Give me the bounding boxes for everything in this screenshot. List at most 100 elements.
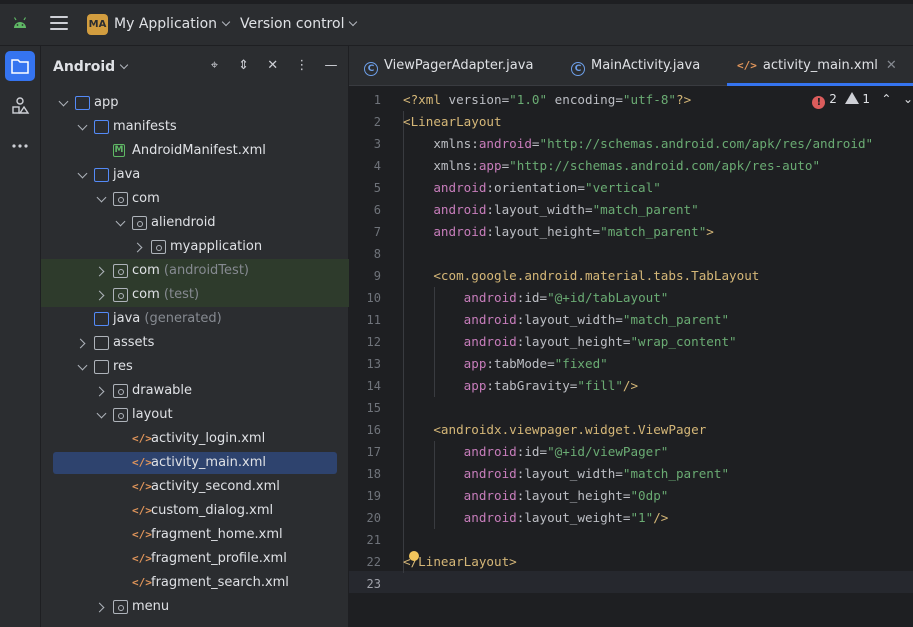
tree-item[interactable]: </> custom_dialog.xml [41, 499, 349, 523]
chevron-right-icon[interactable] [97, 259, 107, 283]
code-line[interactable]: android:layout_width="match_parent" [403, 463, 873, 485]
code-line[interactable]: xmlns:app="http://schemas.android.com/ap… [403, 155, 873, 177]
tree-item[interactable]: </> activity_main.xml [41, 451, 349, 475]
tree-item[interactable]: myapplication [41, 235, 349, 259]
tree-item-label: drawable [132, 379, 192, 403]
code-line[interactable]: app:tabGravity="fill"/> [403, 375, 873, 397]
project-view-selector[interactable]: Android [53, 59, 129, 75]
code-token: :tabGravity= [486, 378, 578, 393]
chevron-down-icon[interactable] [78, 163, 88, 187]
code-line[interactable]: android:layout_weight="1"/> [403, 507, 873, 529]
tool-window-strip [0, 46, 41, 627]
code-line[interactable]: </LinearLayout> [403, 551, 873, 573]
tab-mainactivity-java[interactable]: C MainActivity.java [571, 46, 700, 86]
code-line[interactable] [403, 529, 873, 551]
tree-item[interactable]: java [41, 163, 349, 187]
tab-activity-main-xml[interactable]: </> activity_main.xml ✕ [727, 46, 913, 86]
tree-item[interactable]: </> activity_second.xml [41, 475, 349, 499]
code-line[interactable]: <com.google.android.material.tabs.TabLay… [403, 265, 873, 287]
expand-icon[interactable]: ⇕ [236, 58, 252, 74]
tree-item[interactable]: com (androidTest) [41, 259, 349, 283]
main-menu-icon[interactable] [50, 16, 68, 30]
code-content[interactable]: <?xml version="1.0" encoding="utf-8"?> <L… [403, 89, 873, 595]
code-line[interactable]: android:layout_width="match_parent" [403, 199, 873, 221]
line-number: 18 [366, 467, 381, 481]
chevron-down-icon[interactable] [97, 403, 107, 427]
tree-item[interactable]: </> fragment_home.xml [41, 523, 349, 547]
tree-item[interactable]: menu [41, 595, 349, 619]
code-line[interactable]: <androidx.viewpager.widget.ViewPager [403, 419, 873, 441]
line-number: 8 [373, 247, 381, 261]
project-badge[interactable]: MA [87, 14, 108, 35]
tree-item-name: fragment_search.xml [151, 575, 289, 590]
code-line[interactable]: <LinearLayout [403, 111, 873, 133]
code-line[interactable]: android:layout_height="match_parent"> [403, 221, 873, 243]
code-token: android [403, 202, 487, 217]
resource-manager-button[interactable] [5, 91, 35, 121]
code-line[interactable]: android:layout_height="0dp" [403, 485, 873, 507]
code-line[interactable]: android:layout_width="match_parent" [403, 309, 873, 331]
tree-item[interactable]: layout [41, 403, 349, 427]
chevron-down-icon[interactable] [97, 187, 107, 211]
tree-item[interactable]: drawable [41, 379, 349, 403]
previous-highlight-icon[interactable]: ⌃ [881, 92, 891, 106]
warning-count: 1 [862, 92, 870, 106]
xml-file-icon: </> [132, 552, 152, 565]
tree-item[interactable]: aliendroid [41, 211, 349, 235]
code-line[interactable]: <?xml version="1.0" encoding="utf-8"?> [403, 89, 873, 111]
more-icon[interactable]: ⋮ [294, 58, 310, 74]
code-line[interactable] [403, 397, 873, 419]
tree-item[interactable]: assets [41, 331, 349, 355]
tree-item[interactable]: com [41, 187, 349, 211]
code-line[interactable] [403, 243, 873, 265]
tree-item-name: activity_main.xml [151, 455, 267, 470]
more-tools-button[interactable] [5, 131, 35, 161]
chevron-down-icon[interactable] [78, 115, 88, 139]
chevron-down-icon[interactable] [78, 355, 88, 379]
tree-item[interactable]: manifests [41, 115, 349, 139]
collapse-icon[interactable]: ✕ [265, 58, 281, 74]
code-line[interactable]: app:tabMode="fixed" [403, 353, 873, 375]
tree-item[interactable]: </> fragment_search.xml [41, 571, 349, 595]
tree-item-label: java [113, 163, 140, 187]
code-token: app [403, 356, 487, 371]
code-token: </LinearLayout> [403, 554, 517, 569]
project-tree: app manifests M AndroidManifest.xml java com a… [41, 91, 349, 619]
chevron-right-icon[interactable] [135, 235, 145, 259]
tree-item-suffix: (generated) [144, 311, 222, 326]
project-tool-button[interactable] [5, 51, 35, 81]
next-highlight-icon[interactable]: ⌄ [903, 92, 913, 106]
minimize-icon[interactable]: — [323, 58, 339, 74]
code-token: ?> [676, 92, 692, 107]
tree-item[interactable]: </> fragment_profile.xml [41, 547, 349, 571]
code-editor[interactable]: 1 2 3 4 5 6 7 8 9 10 11 12 13 14 15 16 17 18 19 20 21 22 23 <?… [349, 86, 913, 627]
close-tab-icon[interactable]: ✕ [886, 58, 897, 73]
chevron-right-icon[interactable] [78, 331, 88, 355]
tree-item[interactable]: com (test) [41, 283, 349, 307]
code-line[interactable]: xmlns:android="http://schemas.android.co… [403, 133, 873, 155]
tree-item[interactable]: </> activity_login.xml [41, 427, 349, 451]
tree-item[interactable]: app [41, 91, 349, 115]
tab-label: ViewPagerAdapter.java [384, 58, 534, 73]
chevron-down-icon[interactable] [59, 91, 69, 115]
code-line[interactable]: android:id="@+id/tabLayout" [403, 287, 873, 309]
chevron-right-icon[interactable] [97, 379, 107, 403]
editor-tabs: C ViewPagerAdapter.java C MainActivity.java… [349, 46, 913, 86]
code-line[interactable]: android:orientation="vertical" [403, 177, 873, 199]
version-control-menu[interactable]: Version control [240, 16, 358, 32]
project-selector[interactable]: My Application [114, 16, 231, 32]
lightbulb-icon[interactable] [409, 551, 419, 561]
target-icon[interactable]: ⌖ [206, 58, 222, 74]
tree-item[interactable]: M AndroidManifest.xml [41, 139, 349, 163]
code-line[interactable]: android:id="@+id/viewPager" [403, 441, 873, 463]
inspection-widget[interactable]: ! 2 1 ⌃ ⌄ [812, 92, 913, 109]
chevron-right-icon[interactable] [97, 595, 107, 619]
tree-item[interactable]: java (generated) [41, 307, 349, 331]
code-line[interactable] [403, 573, 873, 595]
chevron-down-icon[interactable] [116, 211, 126, 235]
tab-viewpageradapter-java[interactable]: C ViewPagerAdapter.java [364, 46, 533, 86]
code-line[interactable]: android:layout_height="wrap_content" [403, 331, 873, 353]
chevron-right-icon[interactable] [97, 283, 107, 307]
tree-item[interactable]: res [41, 355, 349, 379]
code-token: xmlns: [403, 158, 479, 173]
